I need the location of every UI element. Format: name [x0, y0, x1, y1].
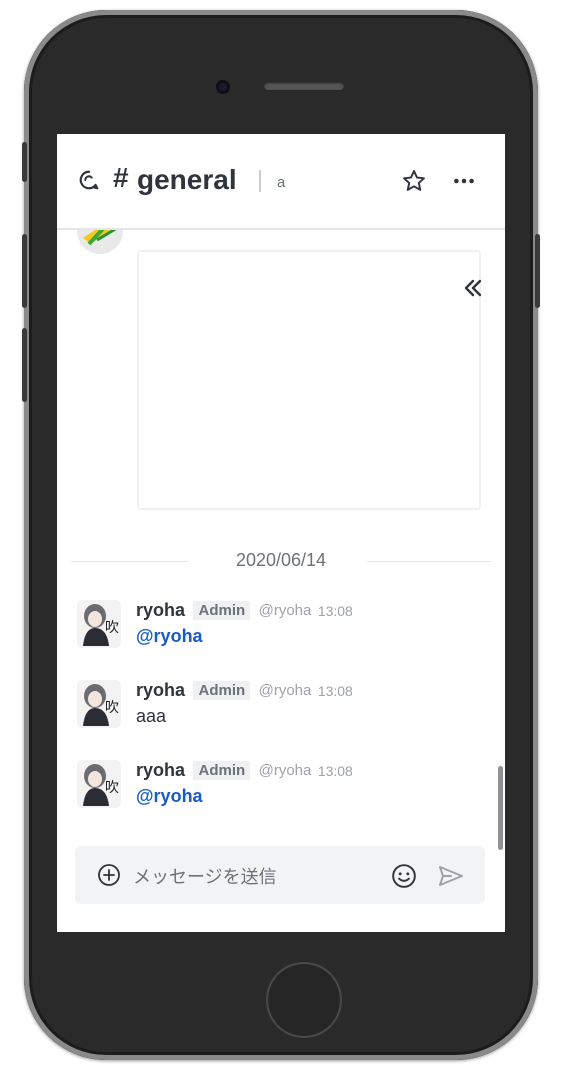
mention-link[interactable]: @ryoha: [136, 626, 203, 647]
power-button: [535, 234, 540, 308]
plus-circle-icon[interactable]: [97, 863, 121, 887]
message-composer[interactable]: メッセージを送信: [75, 846, 485, 904]
username[interactable]: ryoha: [136, 600, 185, 620]
svg-text:吹: 吹: [105, 620, 119, 636]
username[interactable]: ryoha: [136, 760, 185, 780]
message-text: aaa: [136, 706, 167, 726]
collapse-icon[interactable]: [461, 276, 485, 300]
svg-text:吹: 吹: [105, 780, 119, 796]
kebab-icon[interactable]: [451, 168, 477, 194]
message-attachment: [137, 250, 482, 510]
app-screen: # general a 2020/06/14 吹 ryoha Admin @ry…: [57, 134, 505, 932]
message-header: ryoha Admin @ryoha 13:08: [136, 600, 353, 622]
date-label: 2020/06/14: [225, 550, 337, 570]
role-badge: Admin: [193, 681, 251, 700]
front-camera: [216, 80, 230, 94]
message-header: ryoha Admin @ryoha 13:08: [136, 680, 353, 702]
scrollbar-thumb[interactable]: [498, 766, 503, 850]
star-icon[interactable]: [401, 168, 427, 194]
user-avatar[interactable]: [77, 230, 123, 254]
room-title[interactable]: general: [137, 164, 237, 196]
user-avatar[interactable]: 吹: [77, 760, 121, 808]
message-time: 13:08: [317, 762, 353, 779]
room-discussion-icon: [79, 170, 99, 190]
room-header: # general a: [57, 134, 505, 230]
user-handle: @ryoha: [258, 602, 312, 619]
header-divider: [259, 170, 261, 192]
emoji-icon[interactable]: [391, 863, 417, 889]
mute-switch: [22, 142, 27, 182]
volume-up-button: [22, 234, 27, 308]
home-button[interactable]: [266, 962, 342, 1038]
message-time: 13:08: [317, 602, 353, 619]
user-avatar[interactable]: 吹: [77, 680, 121, 728]
room-topic: a: [277, 174, 286, 191]
earpiece-speaker: [264, 82, 344, 90]
send-icon[interactable]: [437, 863, 465, 889]
date-separator: 2020/06/14: [71, 550, 491, 572]
message-input[interactable]: メッセージを送信: [133, 863, 277, 889]
user-handle: @ryoha: [258, 762, 312, 779]
user-handle: @ryoha: [258, 682, 312, 699]
svg-text:吹: 吹: [105, 700, 119, 716]
message-time: 13:08: [317, 682, 353, 699]
user-avatar[interactable]: 吹: [77, 600, 121, 648]
mention-link[interactable]: @ryoha: [136, 786, 203, 807]
message-item[interactable]: 吹 ryoha Admin @ryoha 13:08 @ryoha: [57, 596, 505, 660]
message-item[interactable]: 吹 ryoha Admin @ryoha 13:08 aaa: [57, 676, 505, 740]
volume-down-button: [22, 328, 27, 402]
username[interactable]: ryoha: [136, 680, 185, 700]
channel-hash: #: [113, 162, 129, 193]
message-item[interactable]: 吹 ryoha Admin @ryoha 13:08 @ryoha: [57, 756, 505, 820]
message-list[interactable]: 2020/06/14 吹 ryoha Admin @ryoha 13:08 @r…: [57, 230, 505, 842]
message-header: ryoha Admin @ryoha 13:08: [136, 760, 353, 782]
role-badge: Admin: [193, 601, 251, 620]
role-badge: Admin: [193, 761, 251, 780]
